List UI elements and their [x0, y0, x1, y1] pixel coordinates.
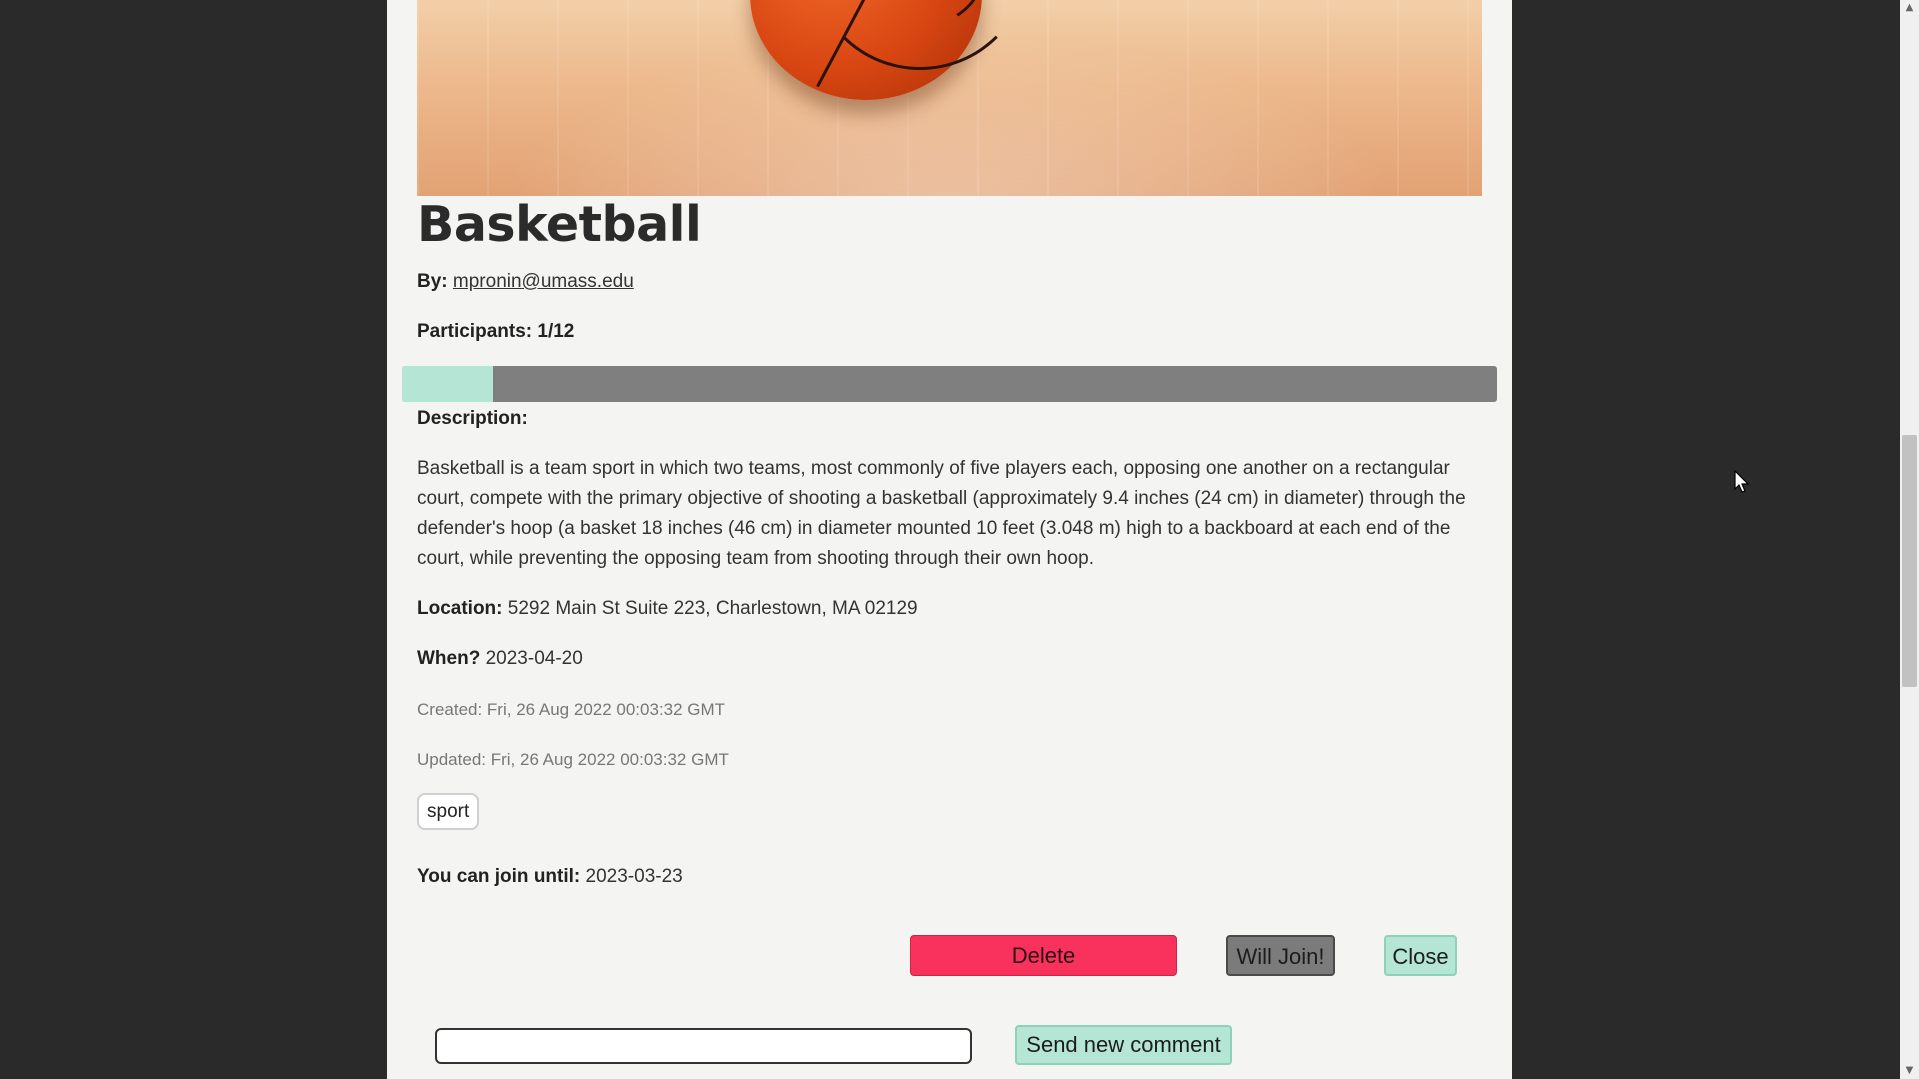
by-label: By:: [417, 271, 448, 292]
delete-button[interactable]: Delete: [910, 935, 1177, 976]
location-value: 5292 Main St Suite 223, Charlestown, MA …: [507, 598, 918, 619]
location-line: Location: 5292 Main St Suite 223, Charle…: [417, 598, 918, 620]
when-line: When? 2023-04-20: [417, 648, 583, 670]
scrollbar-thumb[interactable]: [1902, 435, 1917, 687]
created-timestamp: Created: Fri, 26 Aug 2022 00:03:32 GMT: [417, 700, 726, 719]
chevron-up-icon[interactable]: ▲: [1900, 0, 1919, 16]
page-scrollbar[interactable]: ▲ ▼: [1900, 0, 1919, 1079]
event-title: Basketball: [417, 196, 702, 253]
author-link[interactable]: mpronin@umass.edu: [453, 271, 634, 292]
join-until-value: 2023-03-23: [585, 866, 683, 887]
send-comment-button[interactable]: Send new comment: [1015, 1025, 1232, 1065]
event-image: [417, 0, 1482, 196]
participants-line: Participants: 1/12: [417, 321, 574, 343]
when-value: 2023-04-20: [485, 648, 583, 669]
location-label: Location:: [417, 598, 503, 619]
updated-timestamp: Updated: Fri, 26 Aug 2022 00:03:32 GMT: [417, 750, 729, 769]
participants-label: Participants:: [417, 321, 533, 342]
will-join-button[interactable]: Will Join!: [1226, 935, 1335, 976]
description-label: Description:: [417, 408, 528, 429]
description-heading: Description:: [417, 408, 528, 430]
close-button[interactable]: Close: [1384, 935, 1457, 976]
arrow-cursor-icon: [1734, 470, 1750, 493]
event-description: Basketball is a team sport in which two …: [417, 458, 1466, 569]
comment-input[interactable]: [435, 1028, 972, 1064]
join-until-label: You can join until:: [417, 866, 581, 887]
participants-count: 1/12: [537, 321, 575, 342]
when-label: When?: [417, 648, 481, 669]
chevron-down-icon[interactable]: ▼: [1900, 1063, 1919, 1079]
participants-progress-fill: [402, 366, 494, 402]
join-until-line: You can join until: 2023-03-23: [417, 866, 683, 888]
participants-progress-bar: [402, 366, 1497, 402]
event-modal: Basketball By: mpronin@umass.edu Partici…: [387, 0, 1512, 1079]
author-line: By: mpronin@umass.edu: [417, 271, 634, 293]
tag-badge: sport: [417, 793, 480, 830]
